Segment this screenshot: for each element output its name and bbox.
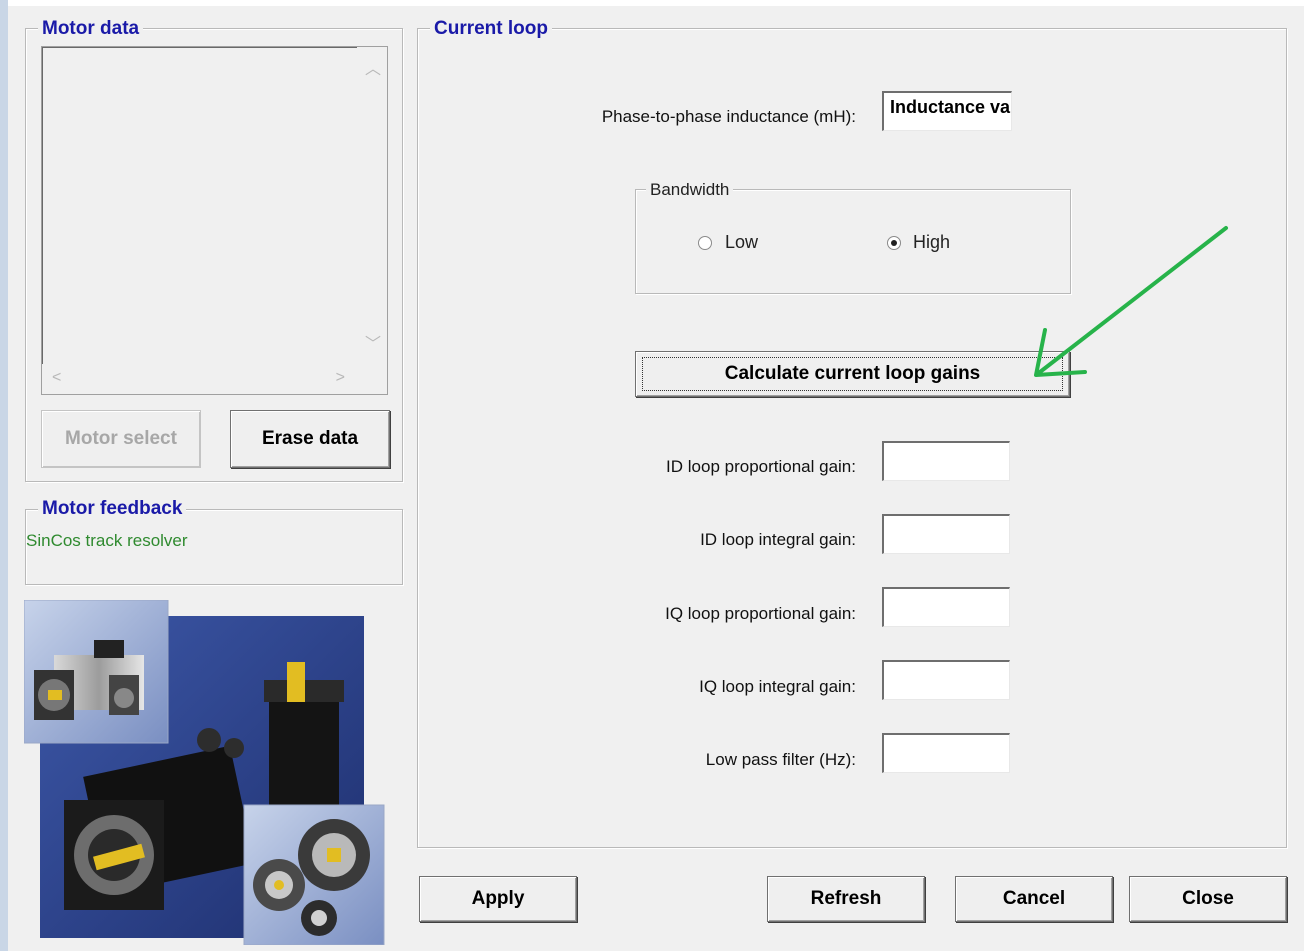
bandwidth-high-label[interactable]: High bbox=[913, 232, 950, 253]
scroll-right-icon[interactable]: > bbox=[336, 369, 345, 387]
low-pass-filter-label: Low pass filter (Hz): bbox=[705, 750, 856, 769]
apply-button[interactable]: Apply bbox=[419, 876, 577, 922]
id-integral-gain-field[interactable] bbox=[882, 514, 1010, 554]
close-button[interactable]: Close bbox=[1129, 876, 1287, 922]
scrollbar-corner bbox=[357, 364, 387, 394]
annotation-arrow-icon bbox=[1034, 226, 1228, 377]
motor-select-button[interactable]: Motor select bbox=[41, 410, 201, 468]
window-top-edge bbox=[0, 0, 1304, 6]
motor-data-title: Motor data bbox=[38, 19, 144, 39]
scroll-up-icon[interactable]: ︿ bbox=[365, 55, 381, 79]
id-proportional-gain-field[interactable] bbox=[882, 441, 1010, 481]
iq-integral-gain-field[interactable] bbox=[882, 660, 1010, 700]
iq-integral-gain-label: IQ loop integral gain: bbox=[699, 677, 856, 696]
motor-data-listbox[interactable]: ︿ ﹀ < > bbox=[41, 46, 388, 395]
inductance-field[interactable]: Inductance value bbox=[882, 91, 1012, 131]
bandwidth-high-radio[interactable] bbox=[887, 236, 901, 250]
refresh-button[interactable]: Refresh bbox=[767, 876, 925, 922]
bandwidth-low-radio[interactable] bbox=[698, 236, 712, 250]
vertical-scrollbar[interactable]: ︿ ﹀ bbox=[357, 47, 387, 364]
inductance-label: Phase-to-phase inductance (mH): bbox=[601, 107, 856, 126]
current-loop-group bbox=[417, 28, 1287, 848]
motor-product-image bbox=[24, 600, 388, 945]
current-loop-title: Current loop bbox=[430, 19, 552, 39]
cancel-button[interactable]: Cancel bbox=[955, 876, 1113, 922]
low-pass-filter-field[interactable] bbox=[882, 733, 1010, 773]
window-left-edge bbox=[0, 0, 8, 951]
motor-feedback-value: SinCos track resolver bbox=[26, 531, 188, 550]
bandwidth-low-label[interactable]: Low bbox=[725, 232, 758, 253]
motor-feedback-title: Motor feedback bbox=[38, 499, 187, 519]
iq-proportional-gain-field[interactable] bbox=[882, 587, 1010, 627]
scroll-down-icon[interactable]: ﹀ bbox=[365, 330, 381, 354]
erase-data-button[interactable]: Erase data bbox=[230, 410, 390, 468]
iq-proportional-gain-label: IQ loop proportional gain: bbox=[665, 604, 856, 623]
id-integral-gain-label: ID loop integral gain: bbox=[700, 530, 856, 549]
horizontal-scrollbar[interactable]: < > bbox=[42, 364, 357, 394]
scroll-left-icon[interactable]: < bbox=[52, 369, 61, 387]
id-proportional-gain-label: ID loop proportional gain: bbox=[666, 457, 856, 476]
bandwidth-title: Bandwidth bbox=[646, 180, 734, 200]
